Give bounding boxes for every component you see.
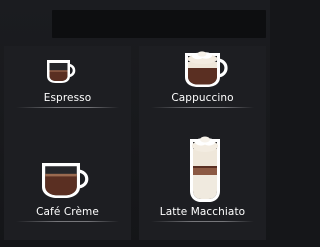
label-divider <box>151 107 254 108</box>
espresso-cup-icon <box>47 60 76 83</box>
label-divider <box>16 107 119 108</box>
label-divider <box>16 221 119 222</box>
product-label: Café Crème <box>36 206 99 218</box>
product-tile-cafe-creme[interactable]: Café Crème <box>4 132 131 240</box>
product-label: Latte Macchiato <box>159 206 246 218</box>
latte-macchiato-glass-icon <box>190 136 220 202</box>
coffee-selection-screen: Espresso Cappuccino Café Crème Latte Mac… <box>0 0 270 247</box>
product-tile-latte-macchiato[interactable]: Latte Macchiato <box>139 132 266 240</box>
label-divider <box>151 221 254 222</box>
cafe-creme-cup-icon <box>42 163 89 198</box>
title-bar <box>52 10 266 38</box>
cappuccino-cup-icon <box>185 51 228 87</box>
product-label: Cappuccino <box>171 92 234 104</box>
product-label: Espresso <box>43 92 92 104</box>
